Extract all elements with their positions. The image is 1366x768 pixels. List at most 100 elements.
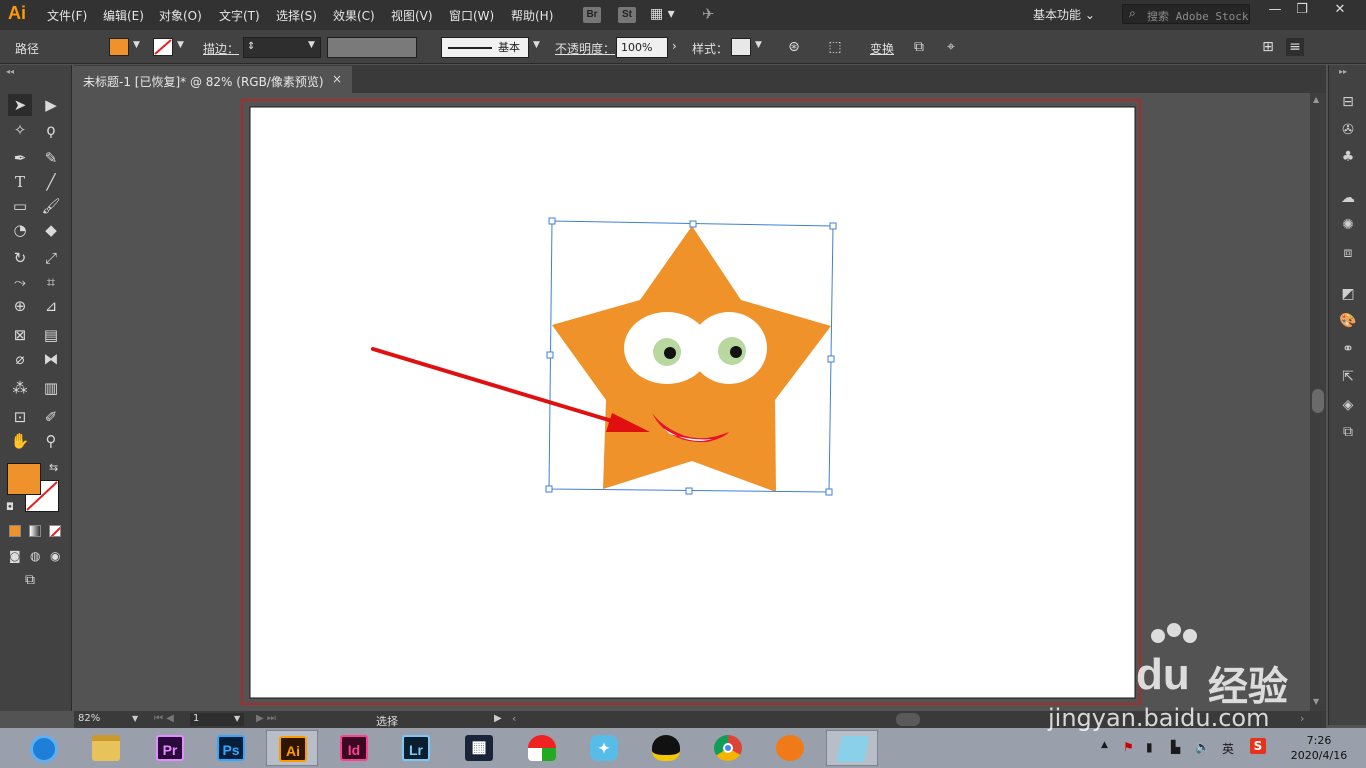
- artboards-panel-icon[interactable]: ⧉: [1338, 422, 1358, 442]
- canvas-area[interactable]: [74, 93, 1310, 711]
- direct-selection-tool-icon[interactable]: ▶: [39, 94, 63, 116]
- menu-window[interactable]: 窗口(W): [449, 7, 494, 24]
- scale-tool-icon[interactable]: ⤢: [39, 247, 63, 269]
- graphic-style-swatch[interactable]: [731, 38, 751, 56]
- menu-view[interactable]: 视图(V): [391, 7, 433, 24]
- asset-export-icon[interactable]: ⧈: [1338, 243, 1358, 263]
- links-panel-icon[interactable]: ⚭: [1338, 339, 1358, 359]
- fill-swatch[interactable]: [109, 38, 129, 56]
- scroll-left-icon[interactable]: ‹: [512, 712, 516, 725]
- transform-link[interactable]: 变换: [870, 40, 894, 57]
- vertical-scroll-thumb[interactable]: [1312, 389, 1324, 413]
- handle-middle-right[interactable]: [827, 355, 835, 363]
- menu-help[interactable]: 帮助(H): [511, 7, 553, 24]
- handle-top-left[interactable]: [548, 217, 556, 225]
- align-selection-icon[interactable]: ⬚: [826, 38, 844, 56]
- handle-bottom-right[interactable]: [825, 488, 833, 496]
- shape-builder-tool-icon[interactable]: ⊕: [8, 295, 32, 317]
- handle-top-right[interactable]: [829, 222, 837, 230]
- taskbar-premiere[interactable]: Pr: [144, 730, 196, 766]
- transparency-panel-icon[interactable]: ◩: [1338, 284, 1358, 304]
- taskbar-chrome[interactable]: [702, 730, 754, 766]
- curvature-tool-icon[interactable]: ✎: [39, 147, 63, 169]
- taskbar-video-editor[interactable]: ▦: [453, 730, 505, 766]
- ime-indicator[interactable]: 英: [1222, 740, 1234, 757]
- menu-effect[interactable]: 效果(C): [333, 7, 375, 24]
- arrange-panels-icon[interactable]: ⊞: [1259, 38, 1277, 56]
- taskbar-app-bird[interactable]: ✦: [578, 730, 630, 766]
- stroke-weight-dropdown-icon[interactable]: ▼: [308, 40, 315, 50]
- default-colors-icon[interactable]: ◘: [6, 502, 14, 513]
- workspace-switcher[interactable]: 基本功能 ⌄: [1033, 6, 1095, 23]
- variable-width-field[interactable]: [327, 37, 417, 58]
- artboard-dropdown-icon[interactable]: ▼: [234, 714, 240, 723]
- fill-color-box-front[interactable]: [7, 463, 41, 495]
- minimize-button[interactable]: —: [1264, 2, 1286, 20]
- slice-tool-icon[interactable]: ✐: [39, 406, 63, 428]
- sogou-input-icon[interactable]: S: [1250, 738, 1266, 754]
- expand-panels-icon[interactable]: ▸▸: [1339, 67, 1347, 76]
- rotate-tool-icon[interactable]: ↻: [8, 247, 32, 269]
- taskbar-photoshop[interactable]: Ps: [205, 730, 257, 766]
- zoom-level[interactable]: 82%: [78, 713, 100, 724]
- paintbrush-tool-icon[interactable]: 🖌: [39, 195, 63, 217]
- type-tool-icon[interactable]: T: [8, 171, 32, 193]
- taskbar-app-umbrella[interactable]: [516, 730, 568, 766]
- handle-top-middle[interactable]: [689, 220, 697, 228]
- taskbar-indesign[interactable]: Id: [328, 730, 380, 766]
- restore-button[interactable]: ❐: [1291, 2, 1313, 20]
- vertical-scrollbar[interactable]: ▲ ▼: [1310, 93, 1326, 711]
- close-tab-icon[interactable]: ×: [332, 72, 342, 86]
- control-menu-icon[interactable]: ≡: [1286, 38, 1304, 56]
- width-tool-icon[interactable]: ⤳: [8, 271, 32, 293]
- draw-inside-icon[interactable]: ◉: [50, 549, 60, 563]
- last-artboard-icon[interactable]: ▶ ⏭: [256, 713, 276, 724]
- taskbar-illustrator-active[interactable]: Ai: [266, 730, 318, 766]
- symbols-panel-icon[interactable]: ♣: [1338, 147, 1358, 167]
- taskbar-lightroom[interactable]: Lr: [390, 730, 442, 766]
- opacity-field[interactable]: 100%: [616, 37, 668, 58]
- network-icon[interactable]: ▙: [1171, 740, 1180, 754]
- document-tab[interactable]: 未标题-1 [已恢复]* @ 82% (RGB/像素预览) ×: [74, 66, 352, 93]
- swap-colors-icon[interactable]: ⇆: [49, 461, 58, 474]
- gradient-mode-icon[interactable]: [29, 525, 41, 537]
- brush-definition-field[interactable]: 基本: [441, 37, 529, 58]
- stroke-label[interactable]: 描边：: [203, 40, 239, 57]
- volume-icon[interactable]: 🔈: [1195, 740, 1210, 754]
- brush-dropdown-icon[interactable]: ▼: [533, 40, 540, 50]
- handle-bottom-middle[interactable]: [685, 487, 693, 495]
- stock-search-field[interactable]: ⌕ 搜索 Adobe Stock: [1122, 4, 1250, 24]
- layers-panel-icon[interactable]: ◈: [1338, 395, 1358, 415]
- taskbar-app-orange[interactable]: [764, 730, 816, 766]
- puppet-warp-icon[interactable]: ⌖: [942, 38, 960, 56]
- stock-button[interactable]: St: [618, 7, 636, 23]
- taskbar-qq[interactable]: [640, 730, 692, 766]
- hand-tool-icon[interactable]: ✋: [8, 430, 32, 452]
- free-transform-tool-icon[interactable]: ⌗: [39, 271, 63, 293]
- battery-icon[interactable]: ▮: [1146, 740, 1153, 754]
- first-artboard-icon[interactable]: ⏮ ◀: [154, 713, 174, 724]
- gradient-tool-icon[interactable]: ▤: [39, 324, 63, 346]
- gpu-performance-icon[interactable]: ✈: [702, 5, 715, 23]
- system-clock[interactable]: 7:26 2020/4/16: [1284, 733, 1354, 763]
- arrange-documents-icon[interactable]: ▦ ▾: [650, 6, 675, 22]
- status-menu-icon[interactable]: ▶: [494, 713, 502, 724]
- isolate-group-icon[interactable]: ⧉: [910, 38, 928, 56]
- horizontal-scroll-thumb[interactable]: [896, 713, 920, 726]
- blend-tool-icon[interactable]: ⧓: [39, 348, 63, 370]
- menu-type[interactable]: 文字(T): [219, 7, 260, 24]
- style-dropdown-icon[interactable]: ▼: [755, 40, 762, 50]
- bridge-button[interactable]: Br: [583, 7, 601, 23]
- draw-behind-icon[interactable]: ◍: [30, 549, 40, 563]
- menu-object[interactable]: 对象(O): [159, 7, 202, 24]
- taskbar-app-notebook[interactable]: [826, 730, 878, 766]
- properties-panel-icon[interactable]: ⊟: [1338, 92, 1358, 112]
- taskbar-explorer[interactable]: [80, 730, 132, 766]
- opacity-label[interactable]: 不透明度：: [555, 40, 615, 57]
- zoom-dropdown-icon[interactable]: ▼: [132, 714, 138, 723]
- fill-dropdown-icon[interactable]: ▼: [133, 40, 140, 50]
- line-tool-icon[interactable]: ╱: [39, 171, 63, 193]
- stroke-swatch[interactable]: [153, 38, 173, 56]
- color-guide-icon[interactable]: 🎨: [1338, 311, 1358, 331]
- artboard-tool-icon[interactable]: ⊡: [8, 406, 32, 428]
